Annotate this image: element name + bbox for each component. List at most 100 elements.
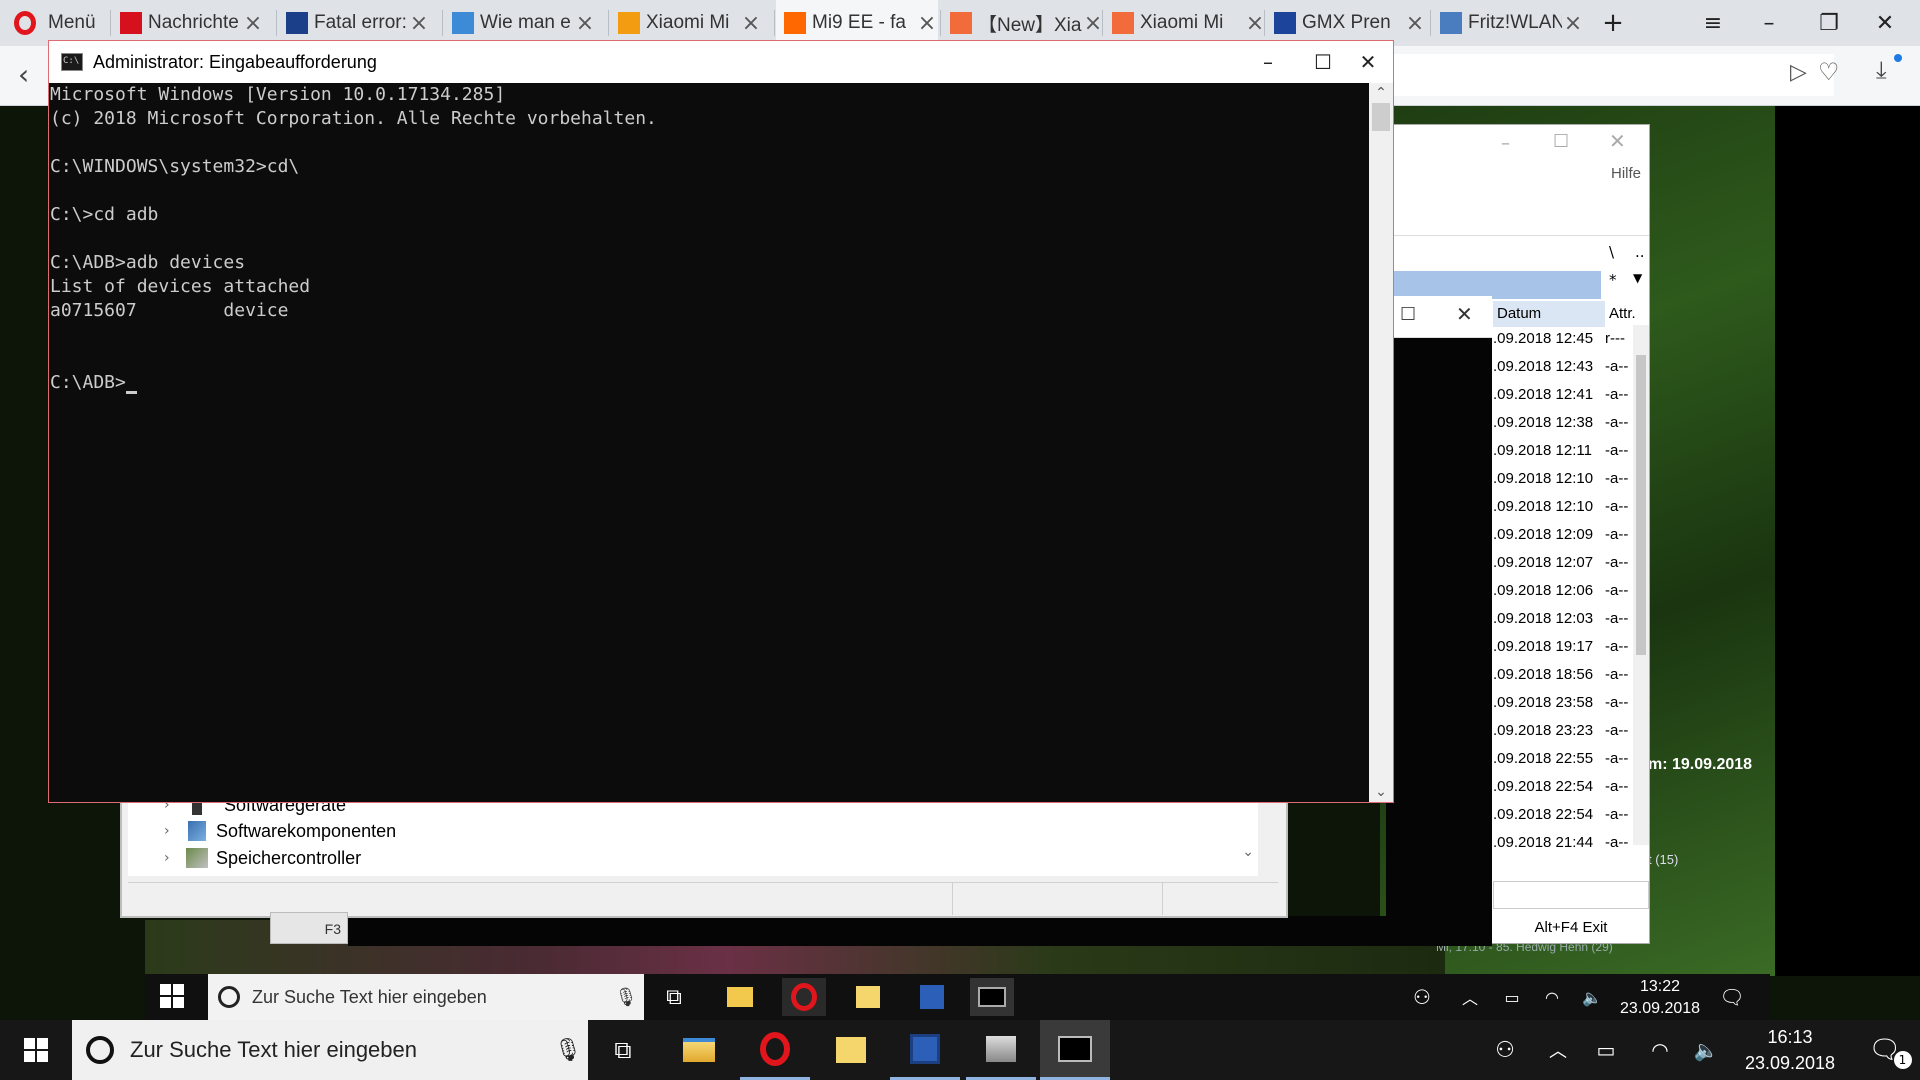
file-row[interactable]: .09.2018 21:44 -a-- — [1493, 829, 1637, 857]
root-dir-button[interactable]: \ — [1609, 243, 1614, 261]
parent-dir-button[interactable]: .. — [1635, 243, 1645, 261]
desktop-dark-area — [1775, 106, 1920, 976]
tab-close-icon[interactable]: × — [740, 11, 762, 36]
chevron-down-icon[interactable]: ▼ — [1633, 271, 1642, 285]
cmd-prompt-line[interactable]: C:\ADB> — [50, 371, 1369, 395]
file-row[interactable]: .09.2018 12:07 -a-- — [1493, 549, 1637, 577]
file-row[interactable]: .09.2018 12:10 -a-- — [1493, 493, 1637, 521]
battery-icon[interactable]: ▭ — [1586, 1020, 1626, 1080]
back-icon[interactable]: ‹ — [18, 58, 29, 91]
file-row[interactable]: .09.2018 23:23 -a-- — [1493, 717, 1637, 745]
windows-start-icon — [160, 984, 184, 1013]
file-row[interactable]: .09.2018 22:55 -a-- — [1493, 745, 1637, 773]
filter-button[interactable]: * — [1609, 271, 1617, 289]
tab-close-icon[interactable]: × — [1244, 11, 1266, 36]
file-date: .09.2018 12:03 — [1493, 610, 1594, 627]
action-center-button[interactable]: 🗨 1 — [1850, 1020, 1920, 1080]
column-attr[interactable]: Attr. — [1605, 301, 1649, 327]
file-date: .09.2018 12:07 — [1493, 554, 1594, 571]
file-row[interactable]: .09.2018 12:10 -a-- — [1493, 465, 1637, 493]
menu-help[interactable]: Hilfe — [1393, 165, 1649, 193]
cmd-close-button[interactable]: ✕ — [1343, 41, 1393, 83]
file-row[interactable]: .09.2018 12:45 r--- — [1493, 325, 1637, 353]
chevron-right-icon[interactable]: › — [164, 823, 186, 839]
chevron-up-icon: ︿ — [1461, 989, 1478, 1008]
tree-item-speichercontroller[interactable]: › Speichercontroller — [164, 845, 361, 871]
f3-key-button[interactable]: F3 — [270, 912, 348, 944]
tab-close-icon[interactable]: × — [574, 11, 596, 36]
new-tab-button[interactable]: + — [1584, 0, 1642, 46]
sticky-notes-button[interactable] — [816, 1020, 886, 1080]
opera-button[interactable] — [740, 1020, 810, 1080]
cmd-taskbar-button[interactable] — [1040, 1020, 1110, 1080]
file-row[interactable]: .09.2018 12:03 -a-- — [1493, 605, 1637, 633]
network-app-button[interactable] — [966, 1020, 1036, 1080]
scroll-up-icon[interactable]: ⌃ — [1369, 83, 1393, 103]
cmd-minimize-button[interactable]: – — [1233, 41, 1303, 83]
scroll-down-icon[interactable]: ⌄ — [1369, 782, 1393, 802]
file-row[interactable]: .09.2018 22:54 -a-- — [1493, 773, 1637, 801]
cmd-titlebar[interactable]: C:\ Administrator: Eingabeaufforderung –… — [49, 41, 1393, 83]
cortana-icon[interactable] — [86, 1036, 114, 1064]
tab-close-icon[interactable]: × — [1404, 11, 1426, 36]
file-row[interactable]: .09.2018 12:38 -a-- — [1493, 409, 1637, 437]
cmd-console[interactable]: Microsoft Windows [Version 10.0.17134.28… — [49, 83, 1369, 802]
download-icon[interactable]: ⤓ — [1876, 56, 1887, 84]
scroll-down-icon[interactable]: ⌄ — [1242, 844, 1254, 860]
tab-title: Fritz!WLAN — [1468, 12, 1562, 33]
drive-dropdown[interactable] — [1493, 881, 1649, 909]
file-row[interactable]: .09.2018 22:54 -a-- — [1493, 801, 1637, 829]
chevron-right-icon[interactable]: › — [164, 850, 186, 866]
file-row[interactable]: .09.2018 12:09 -a-- — [1493, 521, 1637, 549]
file-list-scrollbar[interactable] — [1633, 325, 1649, 845]
maximize-icon[interactable]: ☐ — [1553, 131, 1569, 152]
maximize-icon[interactable]: ☐ — [1400, 304, 1416, 325]
close-icon[interactable]: ✕ — [1609, 129, 1626, 153]
tab-separator — [276, 10, 277, 36]
restore-button[interactable]: ❐ — [1800, 0, 1858, 46]
tab-close-icon[interactable]: × — [916, 11, 938, 36]
people-icon[interactable]: ⚇ — [1482, 1020, 1528, 1080]
microphone-icon[interactable]: 🎙 — [548, 1038, 588, 1063]
minimize-button[interactable]: – — [1740, 0, 1798, 46]
tab-close-icon[interactable]: × — [1562, 11, 1584, 36]
file-row[interactable]: .09.2018 18:56 -a-- — [1493, 661, 1637, 689]
inner-search-box: Zur Suche Text hier eingeben 🎙 — [208, 974, 644, 1020]
close-icon[interactable]: ✕ — [1456, 302, 1473, 326]
file-row[interactable]: .09.2018 23:58 -a-- — [1493, 689, 1637, 717]
file-row[interactable]: .09.2018 12:06 -a-- — [1493, 577, 1637, 605]
cursor — [125, 391, 137, 394]
tree-item-softwarekomponenten[interactable]: › Softwarekomponenten — [164, 818, 396, 844]
cmd-maximize-button[interactable]: ☐ — [1303, 41, 1343, 83]
file-row[interactable]: .09.2018 19:17 -a-- — [1493, 633, 1637, 661]
browser-tab[interactable]: Fritz!WLAN × — [1432, 0, 1584, 46]
tab-separator — [1102, 10, 1103, 36]
microphone-icon: 🎙 — [614, 986, 638, 1008]
volume-icon[interactable]: 🔈 — [1686, 1020, 1726, 1080]
file-row[interactable]: .09.2018 12:41 -a-- — [1493, 381, 1637, 409]
file-explorer-button[interactable] — [664, 1020, 734, 1080]
tab-menu-icon[interactable]: ≡ — [1684, 0, 1742, 46]
url-input[interactable] — [1394, 54, 1834, 96]
minimize-icon[interactable]: – — [1501, 133, 1510, 154]
send-icon[interactable]: ▷ — [1790, 60, 1807, 85]
start-button[interactable] — [0, 1020, 72, 1080]
file-row[interactable]: .09.2018 12:43 -a-- — [1493, 353, 1637, 381]
heart-icon[interactable]: ♡ — [1818, 58, 1840, 86]
column-date[interactable]: Datum — [1493, 301, 1605, 327]
tab-close-icon[interactable]: × — [242, 11, 264, 36]
task-view-button[interactable]: ⧉ — [588, 1020, 658, 1080]
wifi-icon[interactable]: ◠ — [1640, 1020, 1680, 1080]
search-box[interactable]: Zur Suche Text hier eingeben 🎙 — [72, 1020, 588, 1080]
save-app-button[interactable] — [890, 1020, 960, 1080]
clock[interactable]: 16:13 23.09.2018 — [1730, 1020, 1850, 1080]
file-row[interactable]: .09.2018 12:11 -a-- — [1493, 437, 1637, 465]
tab-close-icon[interactable]: × — [1082, 11, 1104, 36]
chevron-up-icon[interactable]: ︿ — [1538, 1020, 1578, 1080]
exit-button[interactable]: Alt+F4 Exit — [1493, 915, 1649, 941]
tab-close-icon[interactable]: × — [408, 11, 430, 36]
cmd-scrollbar[interactable]: ⌃ ⌄ — [1369, 83, 1393, 802]
close-browser-button[interactable]: ✕ — [1856, 0, 1914, 46]
scroll-thumb[interactable] — [1372, 103, 1390, 131]
